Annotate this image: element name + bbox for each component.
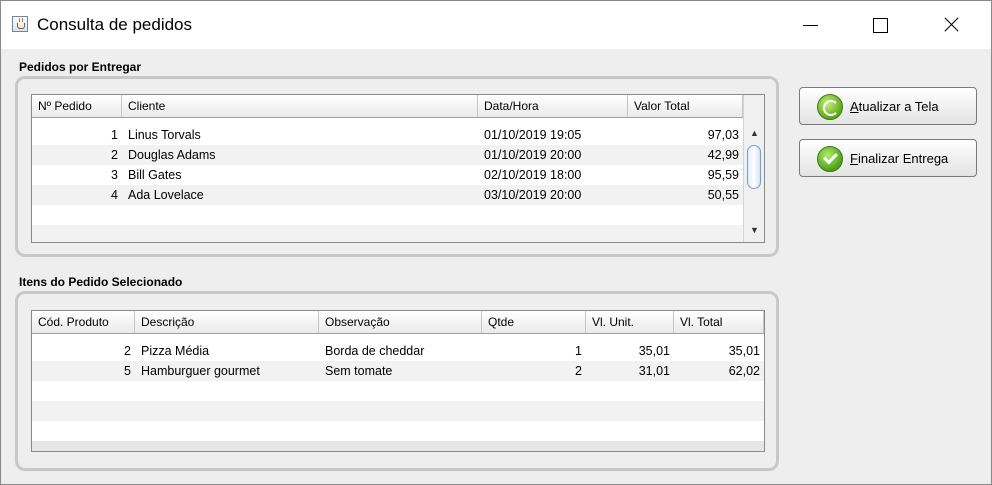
- table-row-empty: [32, 205, 743, 225]
- app-window: Consulta de pedidos Pedidos por Entregar…: [0, 0, 992, 485]
- cell-order-number: 2: [111, 148, 118, 162]
- cell-client: Bill Gates: [128, 168, 182, 182]
- cell-datetime: 02/10/2019 18:00: [484, 168, 582, 182]
- window-title: Consulta de pedidos: [37, 15, 193, 34]
- column-header-total[interactable]: Valor Total: [628, 95, 743, 117]
- table-row-empty: [32, 381, 764, 401]
- cell-datetime: 01/10/2019 20:00: [484, 148, 582, 162]
- orders-section-title: Pedidos por Entregar: [19, 60, 142, 74]
- cell-client: Douglas Adams: [128, 148, 216, 162]
- cell-client: Linus Torvals: [128, 128, 201, 142]
- cell-note: Sem tomate: [325, 364, 393, 378]
- cell-note: Borda de cheddar: [325, 344, 425, 358]
- items-table[interactable]: Cód. Produto Descrição Observação Qtde V…: [31, 310, 765, 452]
- cell-quantity: 1: [575, 344, 582, 358]
- refresh-button-label: Atualizar a Tela: [850, 99, 939, 114]
- table-row-empty: [32, 421, 764, 441]
- cell-description: Hamburguer gourmet: [141, 364, 260, 378]
- scroll-thumb[interactable]: [747, 145, 761, 189]
- scroll-down-arrow-icon[interactable]: ▼: [746, 222, 763, 238]
- cell-total: 95,59: [707, 168, 739, 182]
- cell-order-number: 1: [111, 128, 118, 142]
- checkmark-icon: [817, 146, 843, 172]
- items-section-title: Itens do Pedido Selecionado: [19, 275, 183, 289]
- cell-item-total: 62,02: [728, 364, 760, 378]
- refresh-icon: [817, 94, 843, 120]
- cell-description: Pizza Média: [141, 344, 210, 358]
- column-header-order-number[interactable]: Nº Pedido: [32, 95, 122, 117]
- table-row-empty: [32, 225, 743, 242]
- column-header-client[interactable]: Cliente: [122, 95, 478, 117]
- orders-vertical-scrollbar[interactable]: ▲ ▼: [743, 95, 764, 242]
- title-bar[interactable]: Consulta de pedidos: [1, 1, 991, 49]
- table-row[interactable]: 2 Douglas Adams 01/10/2019 20:00 42,99: [32, 145, 743, 165]
- orders-table[interactable]: Nº Pedido Cliente Data/Hora Valor Total …: [31, 94, 765, 243]
- minimize-icon[interactable]: [787, 1, 833, 49]
- cell-product-code: 2: [124, 344, 131, 358]
- maximize-icon[interactable]: [857, 1, 903, 49]
- close-icon[interactable]: [927, 1, 973, 49]
- cell-unit-price: 31,01: [638, 364, 670, 378]
- scroll-up-arrow-icon[interactable]: ▲: [746, 125, 763, 141]
- column-header-item-total[interactable]: Vl. Total: [674, 311, 764, 333]
- column-header-quantity[interactable]: Qtde: [482, 311, 586, 333]
- cell-product-code: 5: [124, 364, 131, 378]
- cell-order-number: 3: [111, 168, 118, 182]
- cell-item-total: 35,01: [728, 344, 760, 358]
- table-row[interactable]: 2 Pizza Média Borda de cheddar 1 35,01 3…: [32, 341, 764, 361]
- items-table-header: Cód. Produto Descrição Observação Qtde V…: [32, 311, 764, 334]
- cell-datetime: 01/10/2019 19:05: [484, 128, 582, 142]
- cell-client: Ada Lovelace: [128, 188, 204, 202]
- column-header-unit-price[interactable]: Vl. Unit.: [586, 311, 674, 333]
- cell-quantity: 2: [575, 364, 582, 378]
- cell-total: 97,03: [707, 128, 739, 142]
- cell-order-number: 4: [111, 188, 118, 202]
- refresh-screen-button[interactable]: Atualizar a Tela: [799, 87, 977, 125]
- table-row-empty: [32, 401, 764, 421]
- table-row-empty: [32, 441, 764, 451]
- table-row[interactable]: 5 Hamburguer gourmet Sem tomate 2 31,01 …: [32, 361, 764, 381]
- column-header-product-code[interactable]: Cód. Produto: [32, 311, 135, 333]
- finish-delivery-button[interactable]: Finalizar Entrega: [799, 139, 977, 177]
- column-header-note[interactable]: Observação: [319, 311, 482, 333]
- table-row[interactable]: 3 Bill Gates 02/10/2019 18:00 95,59: [32, 165, 743, 185]
- table-row[interactable]: 1 Linus Torvals 01/10/2019 19:05 97,03: [32, 125, 743, 145]
- cell-total: 50,55: [707, 188, 739, 202]
- column-header-datetime[interactable]: Data/Hora: [478, 95, 628, 117]
- orders-table-header: Nº Pedido Cliente Data/Hora Valor Total: [32, 95, 743, 118]
- java-cup-icon: [12, 16, 28, 32]
- cell-datetime: 03/10/2019 20:00: [484, 188, 582, 202]
- table-row[interactable]: 4 Ada Lovelace 03/10/2019 20:00 50,55: [32, 185, 743, 205]
- finish-button-label: Finalizar Entrega: [850, 151, 949, 166]
- cell-total: 42,99: [707, 148, 739, 162]
- column-header-description[interactable]: Descrição: [135, 311, 319, 333]
- cell-unit-price: 35,01: [638, 344, 670, 358]
